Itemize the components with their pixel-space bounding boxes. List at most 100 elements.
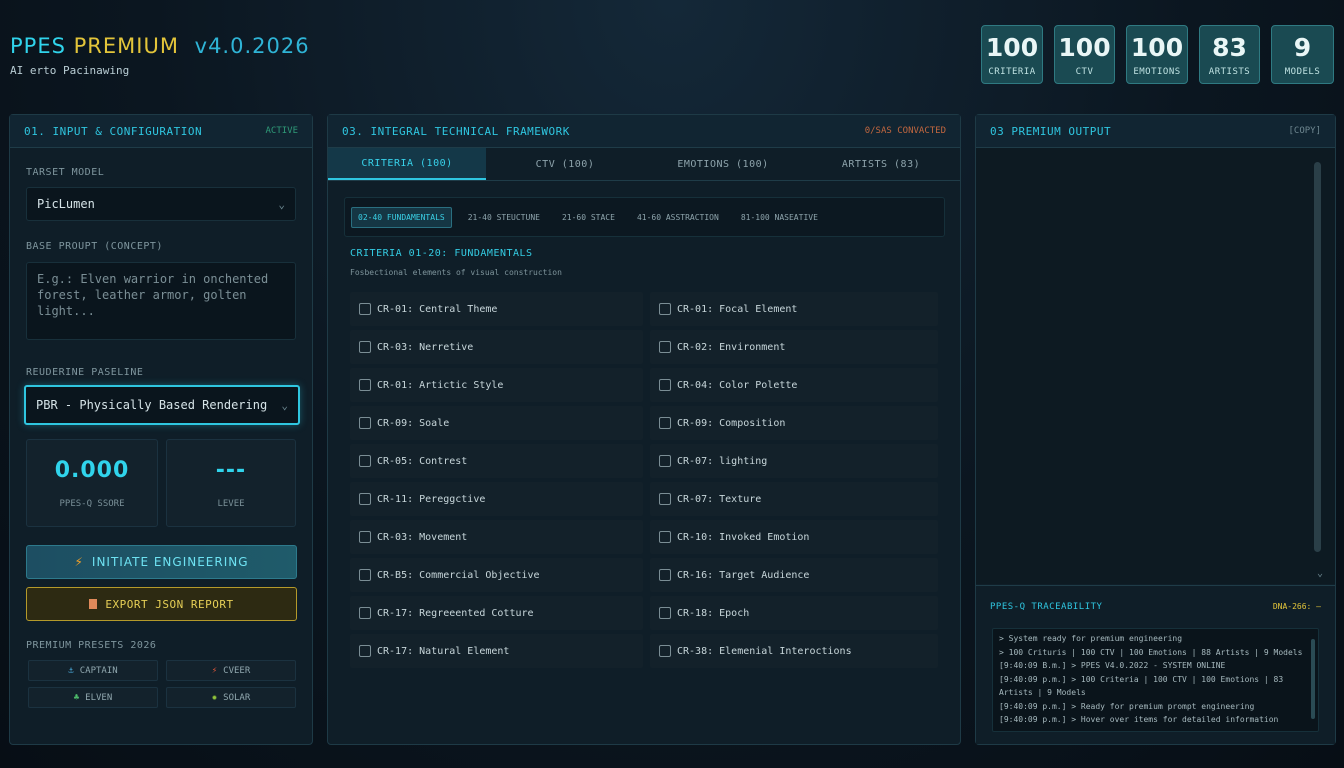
tab-emotions[interactable]: EMOTIONS (100) [644, 148, 802, 180]
score-label: PPES-Q SSORE [59, 498, 125, 509]
criterion-item[interactable]: CR-17: Regreeented Cotture [350, 596, 643, 630]
checkbox[interactable] [659, 455, 671, 467]
checkbox[interactable] [659, 493, 671, 505]
criterion-item[interactable]: CR-18: Epoch [650, 596, 938, 630]
leaf-icon: ♣ [73, 692, 80, 703]
checkbox[interactable] [659, 303, 671, 315]
subtab-negative[interactable]: 81-100 NASEATIVE [735, 208, 824, 227]
criterion-item[interactable]: CR-B5: Commercial Objective [350, 558, 643, 592]
checkbox[interactable] [659, 341, 671, 353]
checkbox[interactable] [659, 531, 671, 543]
target-model-label: TARSET MODEL [26, 167, 105, 178]
export-json-button[interactable]: EXPORT JSON REPORT [26, 587, 297, 621]
base-prompt-input[interactable]: E.g.: Elven warrior in onchented forest,… [26, 262, 296, 340]
log-scrollbar[interactable] [1311, 639, 1315, 719]
copy-button[interactable]: [COPY] [1288, 126, 1321, 136]
checkbox[interactable] [359, 417, 371, 429]
tab-ctv[interactable]: CTV (100) [486, 148, 644, 180]
export-label: EXPORT JSON REPORT [105, 597, 234, 611]
stat-value: 100 [1130, 33, 1184, 62]
criterion-item[interactable]: CR-03: Movement [350, 520, 643, 554]
initiate-engineering-button[interactable]: ⚡ INITIATE ENGINEERING [26, 545, 297, 579]
chevron-down-icon: ⌄ [281, 398, 288, 412]
criterion-item[interactable]: CR-10: Invoked Emotion [650, 520, 938, 554]
criterion-item[interactable]: CR-07: Texture [650, 482, 938, 516]
preset-captain-button[interactable]: ⚓ CAPTAIN [28, 660, 158, 681]
target-model-select[interactable]: PicLumen ⌄ [26, 187, 296, 221]
base-prompt-label: BASE PROUPT (CONCEPT) [26, 241, 163, 252]
checkbox[interactable] [359, 607, 371, 619]
stat-label: MODELS [1284, 67, 1321, 77]
criterion-item[interactable]: CR-03: Nerretive [350, 330, 643, 364]
criterion-item[interactable]: CR-09: Soale [350, 406, 643, 440]
subtab-fundamentals[interactable]: 02-40 FUNDAMENTALS [351, 206, 452, 228]
input-panel-header: 01. INPUT & CONFIGURATION ACTIVE [10, 115, 312, 148]
input-panel: 01. INPUT & CONFIGURATION ACTIVE TARSET … [9, 114, 313, 745]
checkbox[interactable] [659, 379, 671, 391]
sun-icon: ✹ [211, 692, 218, 703]
checkbox[interactable] [359, 379, 371, 391]
range-subtabs: 02-40 FUNDAMENTALS 21-40 STEUCTUNE 21-60… [344, 197, 945, 237]
criterion-item[interactable]: CR-38: Elemenial Interoctions [650, 634, 938, 668]
preset-elven-button[interactable]: ♣ ELVEN [28, 687, 158, 708]
criterion-label: CR-17: Natural Element [377, 645, 510, 657]
target-model-value: PicLumen [37, 197, 95, 211]
output-textarea[interactable]: ⌄ [976, 148, 1335, 584]
chevron-down-icon[interactable]: ⌄ [1317, 568, 1323, 579]
tab-criteria[interactable]: CRITERIA (100) [328, 148, 486, 180]
checkbox[interactable] [359, 341, 371, 353]
checkbox[interactable] [359, 531, 371, 543]
initiate-label: INITIATE ENGINEERING [91, 555, 249, 569]
criterion-item[interactable]: CR-05: Contrest [350, 444, 643, 478]
subtab-abstraction[interactable]: 41-60 ASSTRACTION [631, 208, 725, 227]
checkbox[interactable] [359, 569, 371, 581]
checkbox[interactable] [359, 645, 371, 657]
stat-label: CTV [1075, 67, 1094, 77]
criterion-label: CR-09: Composition [677, 417, 786, 429]
criterion-label: CR-05: Contrest [377, 455, 468, 467]
preset-solar-button[interactable]: ✹ SOLAR [166, 687, 296, 708]
subtab-structure[interactable]: 21-40 STEUCTUNE [462, 208, 546, 227]
log-line: [9:40:09 p.m.] > Hover over items for de… [999, 715, 1279, 724]
criterion-item[interactable]: CR-17: Natural Element [350, 634, 643, 668]
preset-cveer-button[interactable]: ⚡ CVEER [166, 660, 296, 681]
checkbox[interactable] [659, 569, 671, 581]
checkbox[interactable] [359, 455, 371, 467]
stat-value: 83 [1212, 33, 1247, 62]
criterion-item[interactable]: CR-02: Environment [650, 330, 938, 364]
criterion-item[interactable]: CR-09: Composition [650, 406, 938, 440]
traceability-header: PPES-Q TRACEABILITY DNA-266: — [990, 602, 1321, 612]
tab-artists[interactable]: ARTISTS (83) [802, 148, 960, 180]
panel-title: 03 PREMIUM OUTPUT [990, 124, 1112, 138]
output-scrollbar[interactable] [1314, 162, 1321, 552]
criterion-label: CR-10: Invoked Emotion [677, 531, 810, 543]
checkbox[interactable] [659, 645, 671, 657]
pipeline-select[interactable]: PBR - Physically Based Rendering ⌄ [24, 385, 300, 425]
preset-label: CVEER [223, 665, 251, 676]
pipeline-label: REUDERINE PASELINE [26, 367, 144, 378]
criterion-label: CR-B5: Commercial Objective [377, 569, 540, 581]
stat-label: ARTISTS [1208, 67, 1251, 77]
criterion-label: CR-03: Nerretive [377, 341, 474, 353]
criterion-item[interactable]: CR-07: lighting [650, 444, 938, 478]
section-subtitle: Fosbectional elements of visual construc… [350, 268, 562, 277]
criterion-label: CR-11: Pereggctive [377, 493, 486, 505]
pipeline-value: PBR - Physically Based Rendering [36, 398, 268, 412]
checkbox[interactable] [659, 417, 671, 429]
checkbox[interactable] [359, 303, 371, 315]
criterion-item[interactable]: CR-01: Artictic Style [350, 368, 643, 402]
checkbox[interactable] [359, 493, 371, 505]
checkbox[interactable] [659, 607, 671, 619]
score-box: 0.000 PPES-Q SSORE [26, 439, 158, 527]
presets-label: PREMIUM PRESETS 2026 [26, 640, 157, 651]
traceability-log[interactable]: > System ready for premium engineering >… [992, 628, 1319, 732]
criterion-item[interactable]: CR-16: Target Audience [650, 558, 938, 592]
subtab-stace[interactable]: 21-60 STACE [556, 208, 621, 227]
criterion-item[interactable]: CR-01: Focal Element [650, 292, 938, 326]
bolt-icon: ⚡ [74, 555, 84, 569]
criterion-item[interactable]: CR-11: Pereggctive [350, 482, 643, 516]
criterion-item[interactable]: CR-04: Color Polette [650, 368, 938, 402]
criterion-item[interactable]: CR-01: Central Theme [350, 292, 643, 326]
status-badge: 0/SAS CONVACTED [864, 126, 946, 136]
stat-label: EMOTIONS [1133, 67, 1181, 77]
